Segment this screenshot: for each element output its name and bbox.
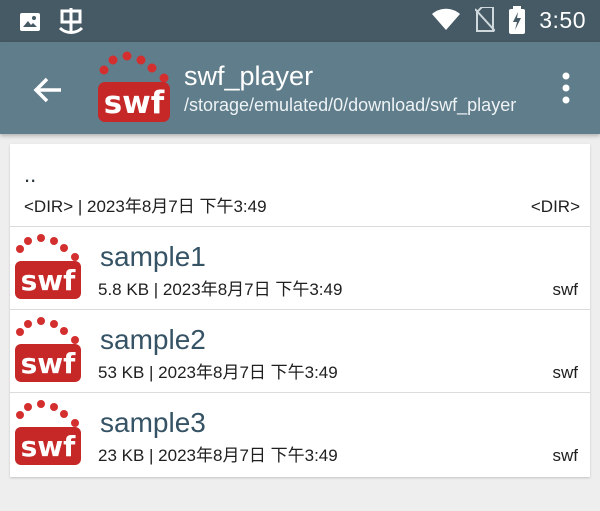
file-type: swf xyxy=(552,280,579,299)
image-icon xyxy=(20,13,40,31)
logo-text: swf xyxy=(104,85,165,121)
file-name: sample3 xyxy=(100,407,206,438)
file-name: sample2 xyxy=(100,324,206,355)
no-sim-icon xyxy=(475,7,496,32)
list-item-file[interactable]: swf sample3 23 KB | 2023年8月7日 下午3:49 swf xyxy=(10,393,590,475)
swf-file-icon: swf xyxy=(15,317,81,382)
list-item-parent-dir[interactable]: .. <DIR> | 2023年8月7日 下午3:49 <DIR> xyxy=(10,144,590,226)
file-meta: 23 KB | 2023年8月7日 下午3:49 xyxy=(98,446,338,465)
file-icon-text: swf xyxy=(21,347,77,380)
more-vert-icon xyxy=(562,72,570,104)
swf-file-icon: swf xyxy=(15,234,81,299)
status-right-icons: 3:50 xyxy=(431,6,586,34)
parent-dir-name: .. xyxy=(24,162,37,187)
status-bar: 3:50 xyxy=(0,0,600,42)
list-item-file[interactable]: swf sample1 5.8 KB | 2023年8月7日 下午3:49 sw… xyxy=(10,227,590,309)
bug-icon xyxy=(58,8,84,34)
file-type: swf xyxy=(552,446,579,465)
file-type: swf xyxy=(552,363,579,382)
file-icon-text: swf xyxy=(21,430,77,463)
overflow-menu-button[interactable] xyxy=(554,68,578,108)
app-toolbar: swf swf_player /storage/emulated/0/downl… xyxy=(0,42,600,134)
swf-file-icon: swf xyxy=(15,400,81,465)
toolbar-title: swf_player xyxy=(184,61,314,91)
file-meta: 53 KB | 2023年8月7日 下午3:49 xyxy=(98,363,338,382)
back-button[interactable] xyxy=(30,72,66,108)
parent-dir-meta: <DIR> | 2023年8月7日 下午3:49 xyxy=(24,197,267,216)
file-icon-text: swf xyxy=(21,264,77,297)
status-time: 3:50 xyxy=(539,6,586,33)
swf-logo: swf xyxy=(96,50,174,128)
arrow-back-icon xyxy=(33,77,61,103)
battery-charging-icon xyxy=(509,6,526,34)
file-meta: 5.8 KB | 2023年8月7日 下午3:49 xyxy=(98,280,343,299)
parent-dir-type: <DIR> xyxy=(530,197,580,216)
toolbar-path: /storage/emulated/0/download/swf_player xyxy=(184,95,517,115)
list-item-file[interactable]: swf sample2 53 KB | 2023年8月7日 下午3:49 swf xyxy=(10,310,590,392)
file-name: sample1 xyxy=(100,241,206,272)
file-list: .. <DIR> | 2023年8月7日 下午3:49 <DIR> swf sa… xyxy=(10,144,590,477)
status-left-icons xyxy=(18,8,84,36)
wifi-icon xyxy=(432,8,461,30)
